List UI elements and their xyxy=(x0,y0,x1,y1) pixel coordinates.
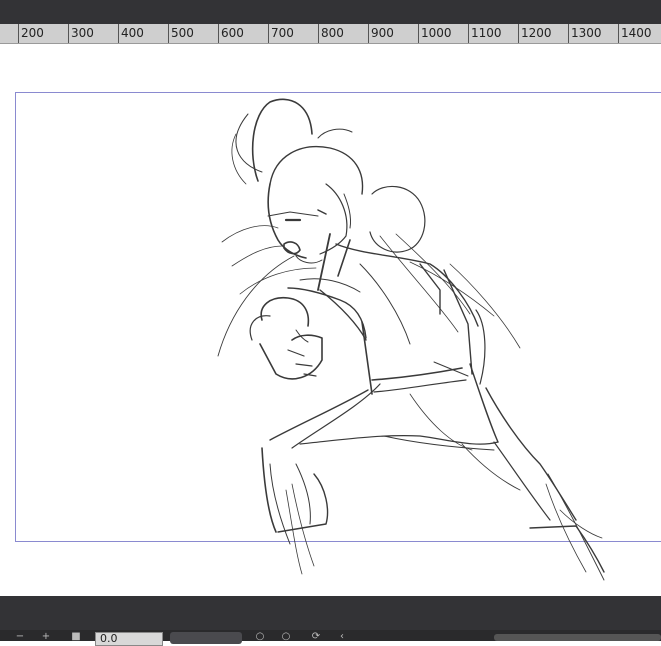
ruler-tick xyxy=(418,24,419,43)
zoom-input[interactable]: 0.0 xyxy=(95,632,163,646)
ruler-tick xyxy=(118,24,119,43)
ruler-label: 1100 xyxy=(471,26,502,40)
ruler-label: 200 xyxy=(21,26,44,40)
character-sketch xyxy=(217,98,605,581)
brush-preview xyxy=(170,632,242,644)
top-panel-bar xyxy=(0,0,661,24)
ruler-tick xyxy=(268,24,269,43)
ruler-label: 400 xyxy=(121,26,144,40)
horizontal-ruler[interactable]: 200 300 400 500 600 700 800 900 1000 110… xyxy=(0,24,661,44)
ruler-label: 1300 xyxy=(571,26,602,40)
ruler-label: 900 xyxy=(371,26,394,40)
ruler-label: 1400 xyxy=(621,26,652,40)
ruler-tick xyxy=(168,24,169,43)
ruler-tick xyxy=(618,24,619,43)
ruler-label: 800 xyxy=(321,26,344,40)
ruler-tick xyxy=(18,24,19,43)
ruler-label: 700 xyxy=(271,26,294,40)
ruler-label: 1200 xyxy=(521,26,552,40)
ruler-tick xyxy=(218,24,219,43)
ruler-tick xyxy=(568,24,569,43)
ruler-tick xyxy=(518,24,519,43)
ruler-tick xyxy=(318,24,319,43)
ruler-label: 500 xyxy=(171,26,194,40)
ruler-label: 600 xyxy=(221,26,244,40)
ruler-label: 1000 xyxy=(421,26,452,40)
ruler-tick xyxy=(368,24,369,43)
horizontal-scrollbar[interactable] xyxy=(494,634,661,641)
ruler-tick xyxy=(68,24,69,43)
ruler-tick xyxy=(468,24,469,43)
ruler-label: 300 xyxy=(71,26,94,40)
